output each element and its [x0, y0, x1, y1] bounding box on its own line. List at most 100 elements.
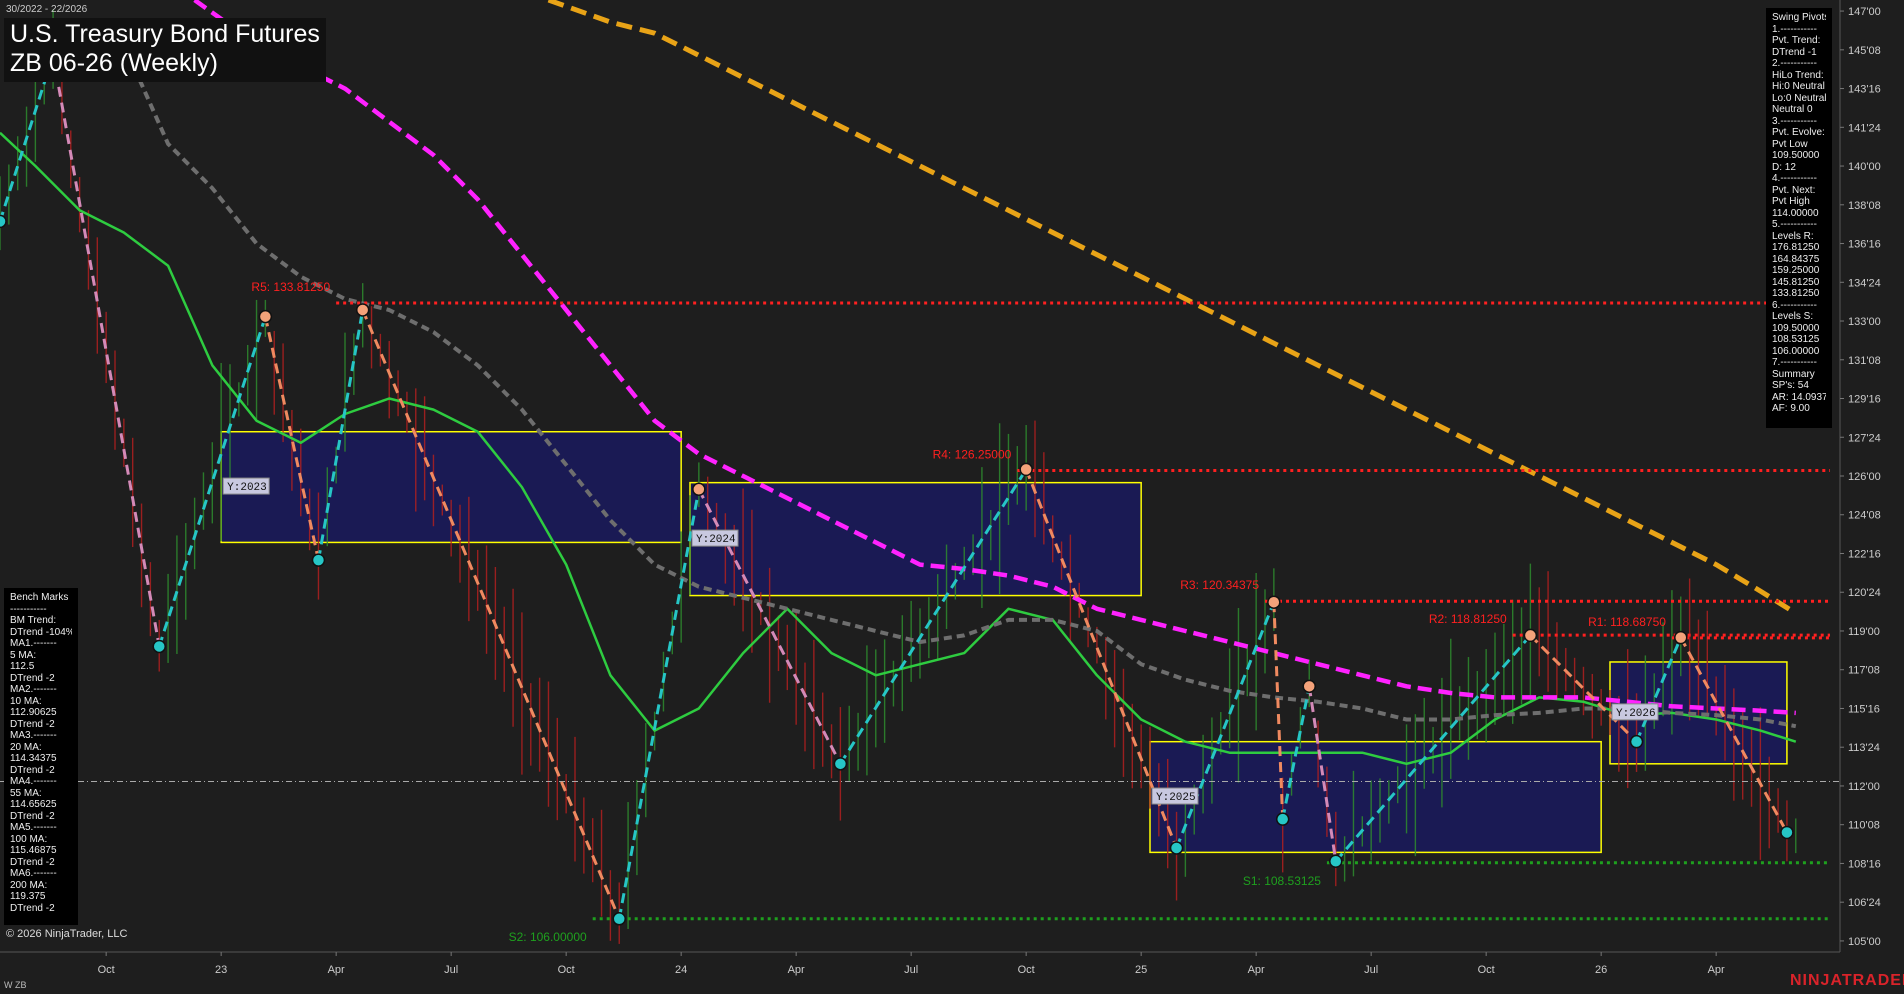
price-tick-label: 127'24	[1848, 432, 1881, 444]
swing-pivots-line: 4.-----------	[1772, 173, 1817, 184]
time-tick-label: 25	[1135, 964, 1147, 976]
copyright-text: © 2026 NinjaTrader, LLC	[6, 928, 128, 940]
chart-subtitle: ZB 06-26 (Weekly)	[10, 49, 218, 77]
bench-marks-line: 200 MA:	[10, 879, 48, 891]
bench-marks-line: Bench Marks	[10, 592, 69, 603]
swing-pivots-line: 1.-----------	[1772, 23, 1817, 35]
bench-marks-line: 114.34375	[10, 753, 57, 764]
swing-pivot-marker	[152, 639, 166, 654]
swing-pivots-line: 7.-----------	[1772, 357, 1817, 368]
swing-pivot-marker	[612, 912, 626, 926]
time-tick-label: Apr	[788, 964, 805, 976]
swing-pivots-line: 108.53125	[1772, 334, 1820, 345]
price-chart[interactable]: R5: 133.81250 R4: 126.25000 R3: 120.34375 R…	[0, 0, 1904, 994]
price-tick-label: 108'16	[1848, 858, 1881, 870]
swing-pivots-line: 106.00000	[1772, 345, 1820, 357]
moving-averages-layer	[0, 0, 1798, 766]
swing-line	[617, 489, 701, 920]
bench-marks-line: DTrend -2	[10, 672, 55, 684]
price-tick-label: 129'16	[1848, 394, 1881, 406]
price-tick-label: 143'16	[1848, 84, 1881, 96]
yearly-zone	[1149, 740, 1602, 854]
support-level-label: S2: 106.00000	[509, 930, 587, 944]
price-tick-label: 124'08	[1848, 510, 1881, 522]
price-tick-label: 136'16	[1848, 239, 1881, 251]
chart-title: U.S. Treasury Bond Futures	[10, 20, 320, 48]
bench-marks-line: MA6.-------	[10, 868, 57, 879]
swing-pivots-line: Pvt. Next:	[1772, 184, 1816, 196]
swing-pivot-marker	[258, 309, 273, 324]
swing-pivot-marker	[1329, 854, 1343, 868]
swing-pivot-marker	[1780, 825, 1794, 840]
swing-pivots-line: Pvt. Evolve:	[1772, 127, 1825, 138]
price-tick-label: 131'08	[1848, 355, 1881, 367]
swing-pivots-line: DTrend -1	[1772, 46, 1817, 58]
swing-pivots-line: AR: 14.09375	[1772, 391, 1826, 403]
bench-marks-line: 114.65625	[10, 799, 57, 810]
price-tick-label: 113'24	[1848, 742, 1880, 754]
time-tick-label: Oct	[1478, 964, 1495, 976]
swing-pivot-marker	[1674, 630, 1688, 645]
swing-pivots-line: Swing Pivots	[1772, 12, 1826, 23]
time-tick-label: 26	[1595, 964, 1607, 976]
bench-marks-line: MA4.-------	[10, 776, 57, 787]
bench-marks-line: DTrend -2	[10, 902, 55, 914]
swing-pivots-line: 6.-----------	[1772, 299, 1817, 311]
ma-line	[193, 0, 1796, 716]
price-tick-label: 122'16	[1848, 548, 1881, 560]
support-level-label: S1: 108.53125	[1243, 874, 1321, 888]
swing-pivots-line: 5.-----------	[1772, 219, 1817, 230]
zone-label: Y:2023	[227, 482, 267, 494]
swing-pivots-line: 164.84375	[1772, 253, 1820, 265]
yearly-zones-layer	[220, 430, 1788, 854]
swing-pivots-line: 145.81250	[1772, 276, 1820, 288]
resistance-level-label: R4: 126.25000	[933, 447, 1012, 461]
price-tick-label: 117'08	[1848, 665, 1880, 677]
bench-marks-line: DTrend -2	[10, 764, 55, 776]
bench-marks-panel: Bench Marks ----------- BM Trend: DTrend -1…	[4, 588, 78, 925]
swing-pivots-line: 2.-----------	[1772, 58, 1817, 69]
resistance-level-label: R1: 118.68750	[1588, 615, 1666, 629]
time-tick-label: Oct	[1018, 964, 1035, 976]
resistance-level-label: R3: 120.34375	[1180, 578, 1259, 592]
bench-marks-line: DTrend -2	[10, 810, 55, 822]
swing-pivot-marker	[1267, 595, 1281, 609]
swing-pivots-line: Neutral 0	[1772, 104, 1813, 115]
time-tick-label: Jul	[444, 964, 458, 976]
swing-pivot-marker	[355, 303, 370, 317]
bench-marks-line: MA2.-------	[10, 684, 57, 695]
swing-line	[51, 55, 161, 647]
swing-pivot-marker	[833, 757, 848, 771]
swing-pivot-marker	[1629, 734, 1644, 749]
price-tick-label: 112'00	[1848, 781, 1880, 793]
bench-marks-line: DTrend -2	[10, 856, 55, 868]
swing-pivots-line: D: 12	[1772, 161, 1796, 173]
swing-pivot-marker	[1019, 462, 1033, 477]
time-tick-label: 24	[675, 964, 687, 976]
time-tick-label: Apr	[1708, 964, 1725, 976]
swing-pivots-line: 114.00000	[1772, 207, 1819, 219]
bench-marks-line: 20 MA:	[10, 741, 42, 753]
swing-pivots-line: Pvt Low	[1772, 138, 1808, 150]
bench-marks-line: DTrend -2	[10, 718, 55, 730]
price-tick-label: 138'08	[1848, 200, 1881, 212]
swing-line	[361, 309, 621, 920]
bench-marks-line: -----------	[10, 603, 47, 615]
ninjatrader-logo: NINJATRADER	[1790, 972, 1904, 989]
price-tick-label: 147'00	[1848, 6, 1881, 18]
time-tick-label: Jul	[904, 964, 918, 976]
swing-pivot-marker	[1169, 841, 1184, 855]
bench-marks-line: 119.375	[10, 891, 46, 902]
price-tick-label: 134'24	[1848, 277, 1881, 289]
swing-pivot-marker	[1275, 812, 1290, 826]
swing-pivots-line: Lo:0 Neutral	[1772, 92, 1826, 104]
time-tick-label: Jul	[1364, 964, 1378, 976]
price-tick-label: 105'00	[1848, 936, 1881, 948]
chart-title-box: U.S. Treasury Bond Futures ZB 06-26 (Wee…	[4, 18, 326, 82]
bench-marks-line: MA1.-------	[10, 638, 57, 649]
resistance-level-label: R5: 133.81250	[251, 280, 330, 294]
price-tick-label: 115'16	[1848, 703, 1880, 715]
swing-pivots-line: SP's: 54	[1772, 380, 1809, 391]
swing-pivots-line: Levels R:	[1772, 230, 1814, 242]
price-tick-label: 140'00	[1848, 161, 1881, 173]
